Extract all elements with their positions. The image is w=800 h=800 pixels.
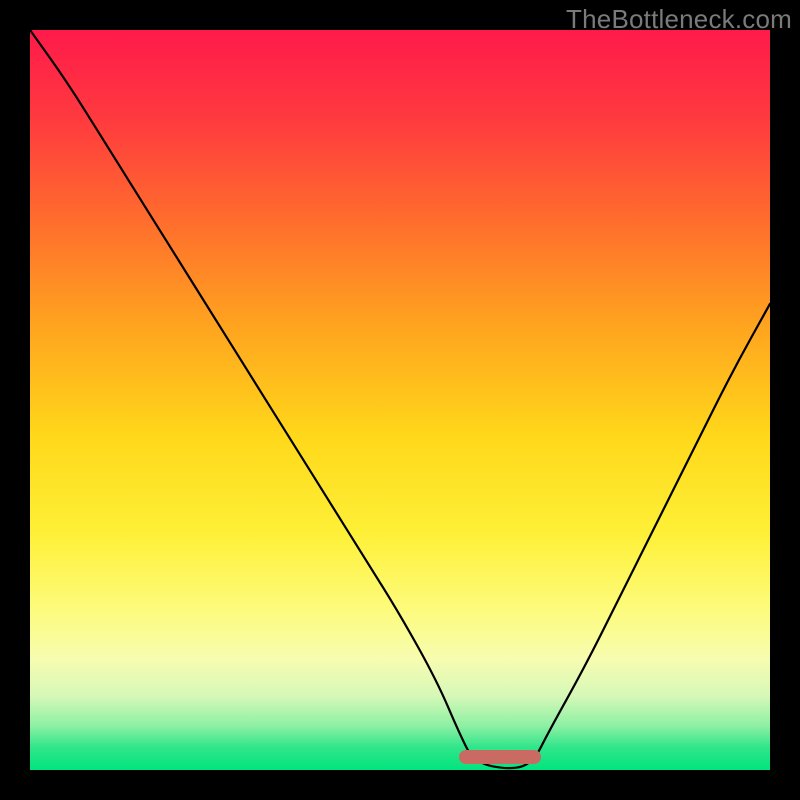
chart-frame: TheBottleneck.com — [0, 0, 800, 800]
optimal-range-marker — [459, 750, 540, 764]
chart-plot-area — [30, 30, 770, 770]
bottleneck-curve — [30, 30, 770, 770]
